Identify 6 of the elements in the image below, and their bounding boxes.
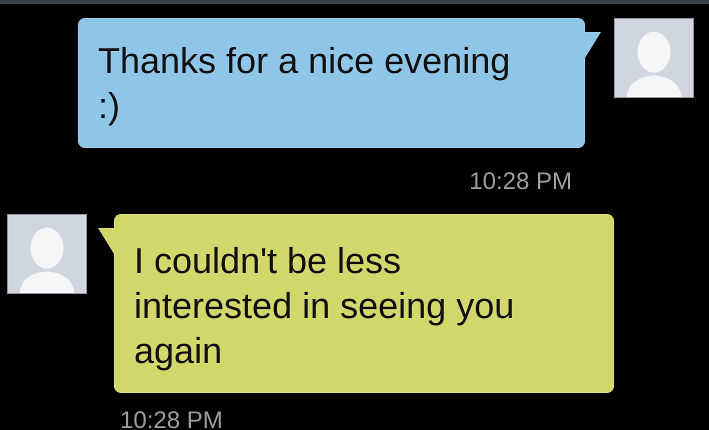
message-text: Thanks for a nice evening :) xyxy=(98,39,512,128)
message-text: I couldn't be less interested in seeing you again xyxy=(134,239,516,373)
avatar-icon xyxy=(7,214,87,294)
avatar-icon xyxy=(614,18,694,98)
message-time: 10:28 PM xyxy=(469,168,572,196)
message-time: 10:28 PM xyxy=(120,407,224,430)
